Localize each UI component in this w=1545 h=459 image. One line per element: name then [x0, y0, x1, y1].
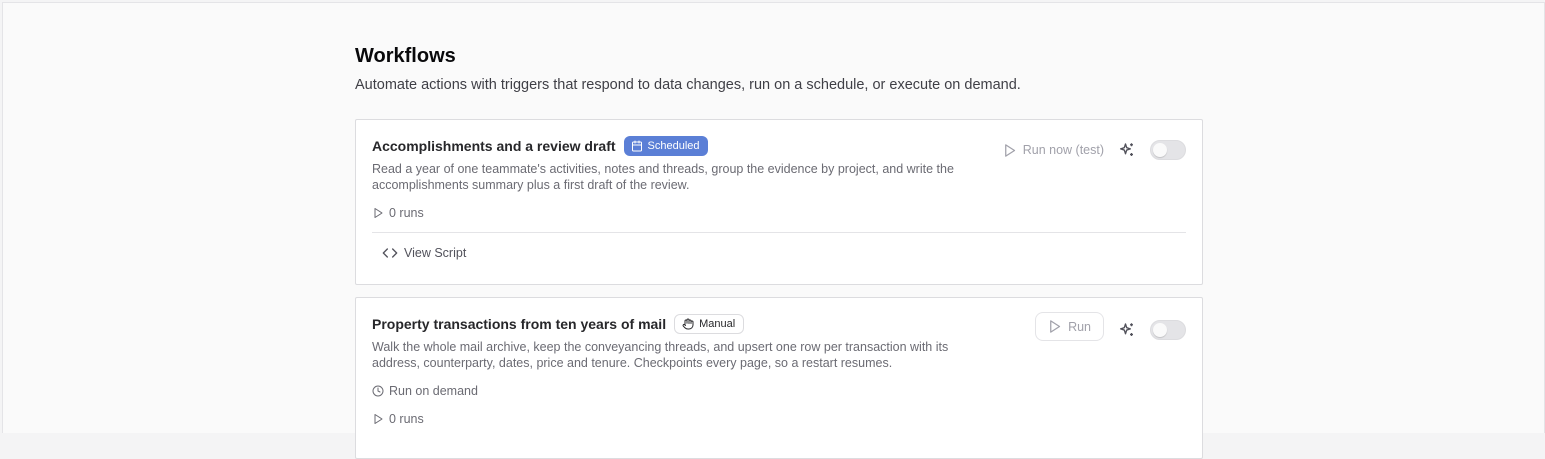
enable-toggle[interactable]: [1150, 140, 1186, 160]
app-frame: Workflows Automate actions with triggers…: [2, 2, 1545, 459]
workflow-title: Property transactions from ten years of …: [372, 316, 667, 332]
page-title: Workflows: [355, 45, 456, 67]
badge-label: Manual: [699, 318, 736, 330]
calendar-icon: [631, 140, 642, 152]
workflow-description: Read a year of one teammate's activities…: [372, 162, 954, 192]
run-count-label: 0 runs: [389, 206, 424, 220]
run-count-label: 0 runs: [389, 412, 424, 426]
trigger-label: Run on demand: [389, 384, 478, 398]
divider: [372, 232, 1186, 233]
workflow-header: Property transactions from ten years of …: [372, 314, 745, 334]
workflow-description: Walk the whole mail archive, keep the co…: [372, 340, 949, 370]
hand-icon: [682, 318, 694, 330]
view-script-label: View Script: [404, 246, 467, 260]
play-icon: [374, 414, 383, 424]
run-button-label: Run now (test): [1022, 143, 1104, 157]
sparkles-icon[interactable]: [1118, 321, 1136, 339]
toggle-knob: [1153, 322, 1167, 337]
workflow-header: Accomplishments and a review draft Sched…: [372, 136, 708, 156]
code-icon: [382, 248, 398, 258]
run-button[interactable]: Run: [1035, 312, 1104, 341]
enable-toggle[interactable]: [1150, 319, 1186, 340]
view-script-button[interactable]: View Script: [382, 245, 466, 261]
trigger-info: Run on demand: [372, 384, 478, 398]
run-count: 0 runs: [372, 206, 424, 220]
workflow-actions: Run now (test): [1002, 140, 1186, 160]
run-now-test-button[interactable]: Run now (test): [1002, 143, 1104, 158]
play-icon: [1004, 143, 1015, 157]
workflow-card: Accomplishments and a review draft Sched…: [355, 119, 1203, 285]
badge-label: Scheduled: [647, 140, 700, 152]
run-button-label: Run: [1068, 319, 1091, 334]
workflow-actions: Run: [1035, 312, 1186, 341]
trigger-badge-scheduled: Scheduled: [623, 136, 708, 156]
play-icon: [1050, 320, 1061, 333]
workflow-card: Property transactions from ten years of …: [355, 297, 1203, 459]
sparkles-icon[interactable]: [1118, 141, 1136, 159]
clock-icon: [372, 385, 384, 397]
run-count: 0 runs: [372, 412, 424, 426]
toggle-knob: [1153, 143, 1167, 157]
workflow-title: Accomplishments and a review draft: [372, 138, 616, 154]
page-subtitle: Automate actions with triggers that resp…: [355, 77, 1021, 93]
play-icon: [374, 208, 383, 218]
trigger-badge-manual: Manual: [674, 314, 745, 334]
